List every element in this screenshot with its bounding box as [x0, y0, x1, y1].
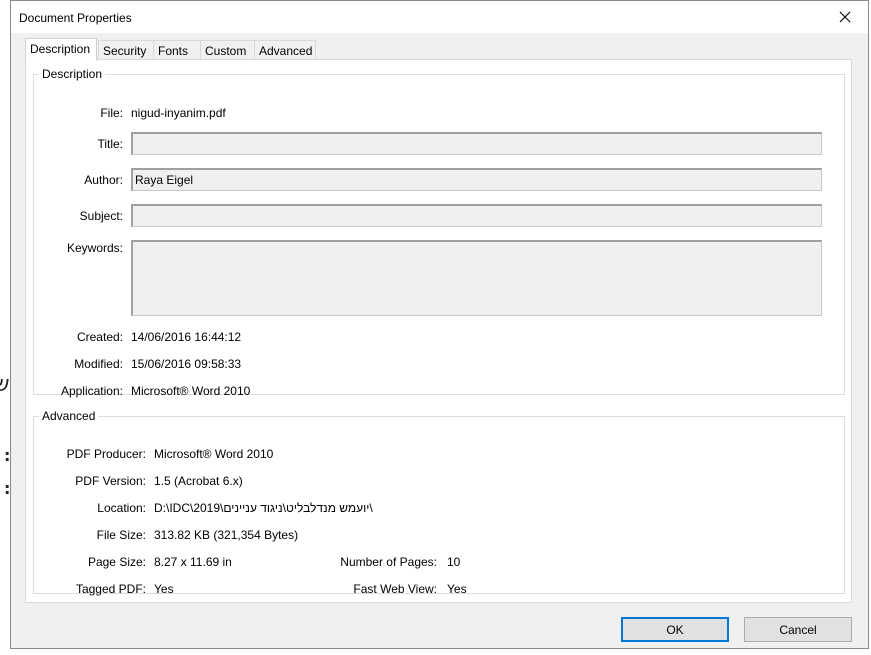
description-group: Description File: nigud-inyanim.pdf Titl… [33, 67, 845, 398]
file-value: nigud-inyanim.pdf [131, 106, 226, 120]
dialog-title: Document Properties [19, 11, 132, 25]
number-of-pages-value: 10 [447, 555, 461, 569]
file-size-value: 313.82 KB (321,354 Bytes) [154, 528, 299, 542]
location-value: D:\IDC\2019\יועמש מנדלבליט\ניגוד עניינים… [154, 501, 373, 515]
file-size-label: File Size: [96, 528, 146, 542]
created-value: 14/06/2016 16:44:12 [131, 330, 242, 344]
subject-input[interactable] [131, 204, 822, 227]
tab-description[interactable]: Description [25, 38, 97, 61]
title-bar[interactable]: Document Properties [11, 1, 868, 33]
tagged-pdf-label: Tagged PDF: [75, 582, 146, 596]
page-size-label: Page Size: [87, 555, 146, 569]
created-label: Created: [76, 330, 123, 344]
application-value: Microsoft® Word 2010 [131, 384, 251, 398]
subject-label: Subject: [79, 209, 123, 223]
number-of-pages-label: Number of Pages: [340, 555, 437, 569]
close-button[interactable] [822, 1, 868, 33]
pdf-version-label: PDF Version: [75, 474, 146, 488]
ok-button[interactable]: OK [621, 617, 729, 642]
advanced-group: Advanced PDF Producer: Microsoft® Word 2… [33, 409, 845, 596]
tab-fonts[interactable]: Fonts [153, 40, 201, 60]
title-input[interactable] [131, 132, 822, 155]
keywords-input[interactable] [131, 240, 822, 316]
keywords-label: Keywords: [66, 241, 123, 255]
title-label: Title: [97, 137, 123, 151]
author-label: Author: [84, 173, 123, 187]
document-properties-dialog: Document Properties Description Security… [10, 0, 869, 649]
tab-security[interactable]: Security [98, 40, 154, 60]
author-input[interactable] [131, 168, 822, 191]
pdf-producer-value: Microsoft® Word 2010 [154, 447, 274, 461]
modified-label: Modified: [74, 357, 123, 371]
pdf-producer-label: PDF Producer: [66, 447, 146, 461]
description-legend: Description [42, 67, 103, 81]
tagged-pdf-value: Yes [154, 582, 174, 596]
fast-web-view-value: Yes [447, 582, 467, 596]
tab-advanced[interactable]: Advanced [254, 40, 316, 60]
description-tab-panel: Description File: nigud-inyanim.pdf Titl… [25, 59, 852, 603]
page-size-value: 8.27 x 11.69 in [154, 555, 232, 569]
modified-value: 15/06/2016 09:58:33 [131, 357, 242, 371]
location-label: Location: [97, 501, 146, 515]
tab-custom[interactable]: Custom [200, 40, 255, 60]
close-icon [839, 11, 851, 23]
fast-web-view-label: Fast Web View: [353, 582, 437, 596]
file-label: File: [100, 106, 123, 120]
background-glyph: ש [0, 372, 10, 397]
cancel-button[interactable]: Cancel [744, 617, 852, 642]
pdf-version-value: 1.5 (Acrobat 6.x) [154, 474, 243, 488]
advanced-legend: Advanced [42, 409, 96, 423]
application-label: Application: [60, 384, 123, 398]
